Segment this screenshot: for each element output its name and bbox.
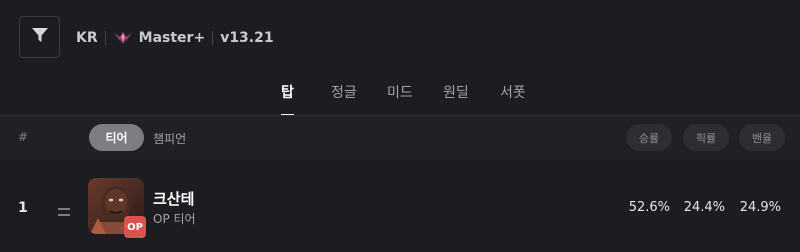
table-row[interactable]: 1 OP 크산테 OP 티어 52.6% 24.4% 24.9% <box>0 160 800 252</box>
tab-support[interactable]: 서폿 <box>500 83 526 111</box>
top-bar: KR Master+ v13.21 <box>0 0 800 78</box>
rank-value: 1 <box>18 200 28 216</box>
sort-win-rate-button[interactable]: 승률 <box>626 124 672 151</box>
champion-tier-label: OP 티어 <box>153 212 196 226</box>
tab-label: 정글 <box>331 85 357 101</box>
position-tabs: 탑 정글 미드 원딜 서폿 <box>0 78 800 117</box>
region-label[interactable]: KR <box>76 30 98 46</box>
champion-name: 크산테 <box>153 190 195 208</box>
tier-label[interactable]: Master+ <box>139 30 206 46</box>
sort-by-tier-button[interactable]: 티어 <box>89 124 144 151</box>
divider <box>104 31 106 45</box>
table-header: # 티어 챔피언 승률 픽률 밴율 <box>0 116 800 160</box>
tab-label: 탑 <box>281 85 294 101</box>
tab-adc[interactable]: 원딜 <box>443 83 469 111</box>
tab-jungle[interactable]: 정글 <box>331 83 357 111</box>
pick-rate-value: 24.4% <box>683 200 725 215</box>
tab-label: 원딜 <box>443 85 469 101</box>
win-rate-value: 52.6% <box>628 200 670 215</box>
ban-rate-value: 24.9% <box>739 200 781 215</box>
rank-unchanged-icon <box>58 202 70 221</box>
filter-button[interactable] <box>19 16 60 58</box>
op-badge: OP <box>124 216 146 238</box>
divider <box>212 31 214 45</box>
tab-label: 서폿 <box>500 85 526 101</box>
version-label[interactable]: v13.21 <box>220 30 273 46</box>
breadcrumb: KR Master+ v13.21 <box>76 28 274 48</box>
sort-tier-label: 티어 <box>105 131 128 145</box>
win-rate-header: 승률 <box>638 131 660 145</box>
filter-icon <box>31 26 49 48</box>
tab-label: 미드 <box>387 85 413 101</box>
tab-mid[interactable]: 미드 <box>387 83 413 111</box>
master-crest-icon <box>113 30 133 46</box>
sort-pick-rate-button[interactable]: 픽률 <box>683 124 729 151</box>
rank-column-header: # <box>18 130 29 144</box>
ban-rate-header: 밴율 <box>751 131 773 145</box>
sort-by-champion-button[interactable]: 챔피언 <box>153 130 186 147</box>
pick-rate-header: 픽률 <box>695 131 717 145</box>
sort-ban-rate-button[interactable]: 밴율 <box>739 124 785 151</box>
tab-top[interactable]: 탑 <box>281 83 294 117</box>
